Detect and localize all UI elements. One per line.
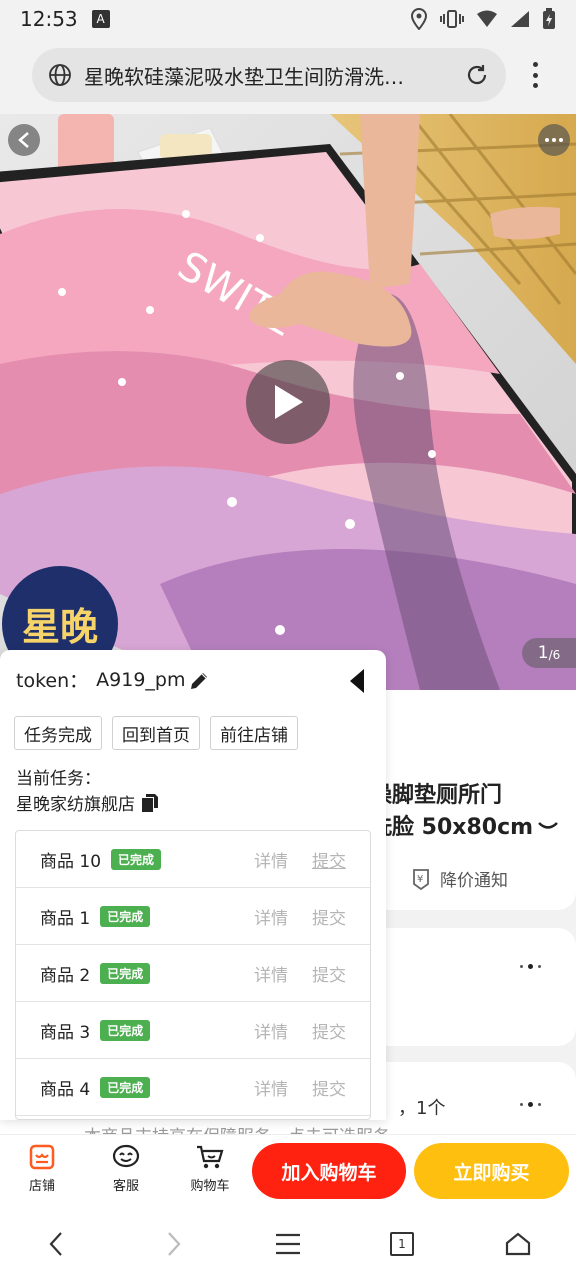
brand-logo-text: 星晚 [22, 605, 98, 649]
submit-link[interactable]: 提交 [312, 1018, 346, 1043]
address-bar[interactable]: 星晚软硅藻泥吸水垫卫生间防滑洗… [32, 48, 506, 102]
collapse-panel-icon[interactable] [348, 668, 366, 694]
copy-icon[interactable] [141, 793, 159, 813]
detail-link[interactable]: 详情 [254, 1075, 288, 1100]
store-tab[interactable]: 店铺 [14, 1143, 70, 1194]
product-title[interactable]: 澡脚垫厕所门 洗脸 50x80cm [370, 780, 559, 844]
play-video-button[interactable] [246, 360, 330, 444]
image-back-icon[interactable] [8, 124, 40, 156]
detail-link[interactable]: 详情 [254, 904, 288, 929]
price-alert-button[interactable]: ¥ 降价通知 [410, 866, 508, 891]
status-badge: 已完成 [100, 1019, 151, 1041]
image-counter-total: /6 [548, 648, 561, 662]
browser-menu-icon[interactable] [522, 58, 548, 92]
image-more-icon[interactable] [538, 124, 570, 156]
submit-link[interactable]: 提交 [312, 904, 346, 929]
product-title-line1: 澡脚垫厕所门 [370, 783, 503, 808]
bottom-action-bar: 店铺 客服 购物车 加入购物车 立即购买 [0, 1134, 576, 1206]
list-item: 商品 4 已完成 详情 提交 [16, 1059, 370, 1116]
submit-link[interactable]: 提交 [312, 847, 346, 872]
quantity-text: ，1个 [398, 1098, 446, 1119]
store-icon [29, 1144, 55, 1170]
status-bar: 12:53 A [0, 0, 576, 38]
service-tab[interactable]: 客服 [98, 1143, 154, 1194]
status-badge: 已完成 [100, 962, 151, 984]
reload-icon[interactable] [464, 62, 490, 88]
add-to-cart-button[interactable]: 加入购物车 [252, 1143, 406, 1199]
task-complete-button[interactable]: 任务完成 [14, 716, 102, 750]
list-item: 商品 10 已完成 详情 提交 [16, 831, 370, 888]
product-title-line2: 洗脸 50x80cm [370, 815, 534, 840]
nav-forward-icon[interactable] [156, 1226, 192, 1262]
customer-service-icon [112, 1144, 140, 1168]
item-name: 商品 3 [40, 1022, 91, 1043]
nav-back-icon[interactable] [38, 1226, 74, 1262]
price-tag-icon: ¥ [413, 868, 429, 890]
detail-link[interactable]: 详情 [254, 961, 288, 986]
edit-icon[interactable] [188, 670, 210, 692]
page-title: 星晚软硅藻泥吸水垫卫生间防滑洗… [84, 64, 404, 89]
image-counter: 1/6 [522, 638, 576, 668]
nav-home-icon[interactable] [500, 1226, 536, 1262]
service-tab-label: 客服 [112, 1179, 139, 1194]
vibrate-icon [440, 10, 464, 28]
cart-tab[interactable]: 购物车 [182, 1143, 238, 1194]
item-name: 商品 4 [40, 1079, 91, 1100]
nav-tabs-icon[interactable]: 1 [384, 1226, 420, 1262]
list-item: 商品 3 已完成 详情 提交 [16, 1002, 370, 1059]
status-badge: 已完成 [100, 1076, 151, 1098]
submit-link[interactable]: 提交 [312, 961, 346, 986]
current-task-store: 星晚家纺旗舰店 [16, 790, 159, 815]
play-icon [275, 385, 303, 419]
submit-link[interactable]: 提交 [312, 1075, 346, 1100]
back-home-button[interactable]: 回到首页 [112, 716, 200, 750]
nav-menu-icon[interactable] [270, 1226, 306, 1262]
buy-now-button[interactable]: 立即购买 [414, 1143, 569, 1199]
token-label: token： [16, 670, 89, 692]
token-row: token： A919_pm [16, 666, 185, 693]
item-name: 商品 2 [40, 965, 91, 986]
status-badge: 已完成 [111, 848, 162, 870]
list-item: 商品 1 已完成 详情 提交 [16, 888, 370, 945]
list-item: 商品 2 已完成 详情 提交 [16, 945, 370, 1002]
cart-tab-label: 购物车 [190, 1179, 230, 1194]
more-options-icon[interactable] [520, 964, 541, 969]
svg-text:¥: ¥ [417, 874, 423, 885]
wifi-icon [477, 10, 497, 27]
chevron-down-icon [538, 822, 558, 829]
task-store-name: 星晚家纺旗舰店 [16, 795, 135, 815]
action-buttons: 任务完成 回到首页 前往店铺 [14, 716, 298, 750]
store-tab-label: 店铺 [28, 1179, 55, 1194]
signal-icon [511, 11, 529, 27]
image-counter-current: 1 [537, 643, 549, 663]
detail-link[interactable]: 详情 [254, 1018, 288, 1043]
location-icon [410, 8, 428, 30]
detail-link[interactable]: 详情 [254, 847, 288, 872]
notification-a-icon: A [91, 10, 110, 28]
status-time: 12:53 [20, 7, 78, 31]
go-to-store-button[interactable]: 前往店铺 [210, 716, 298, 750]
item-name: 商品 10 [40, 851, 102, 872]
token-value: A919_pm [96, 668, 186, 691]
task-panel: token： A919_pm 任务完成 回到首页 前往店铺 当前任务： 星晚家纺… [0, 650, 386, 1120]
battery-icon [543, 8, 555, 29]
cart-icon [197, 1145, 224, 1169]
current-task-label: 当前任务： [16, 769, 101, 789]
item-name: 商品 1 [40, 908, 91, 929]
price-alert-label: 降价通知 [440, 871, 508, 891]
status-icons [410, 8, 556, 30]
tabs-count: 1 [390, 1232, 414, 1256]
spec-more-icon[interactable] [520, 1102, 541, 1107]
product-task-list: 商品 10 已完成 详情 提交 商品 1 已完成 详情 提交 商品 2 已完成 … [15, 830, 371, 1120]
screen: 12:53 A 星晚软硅藻泥吸水垫卫生间防滑洗… SWITE 星晚 1 /6 澡… [0, 0, 576, 1280]
globe-icon [49, 64, 71, 86]
status-badge: 已完成 [100, 905, 151, 927]
system-nav-bar: 1 [0, 1206, 576, 1280]
